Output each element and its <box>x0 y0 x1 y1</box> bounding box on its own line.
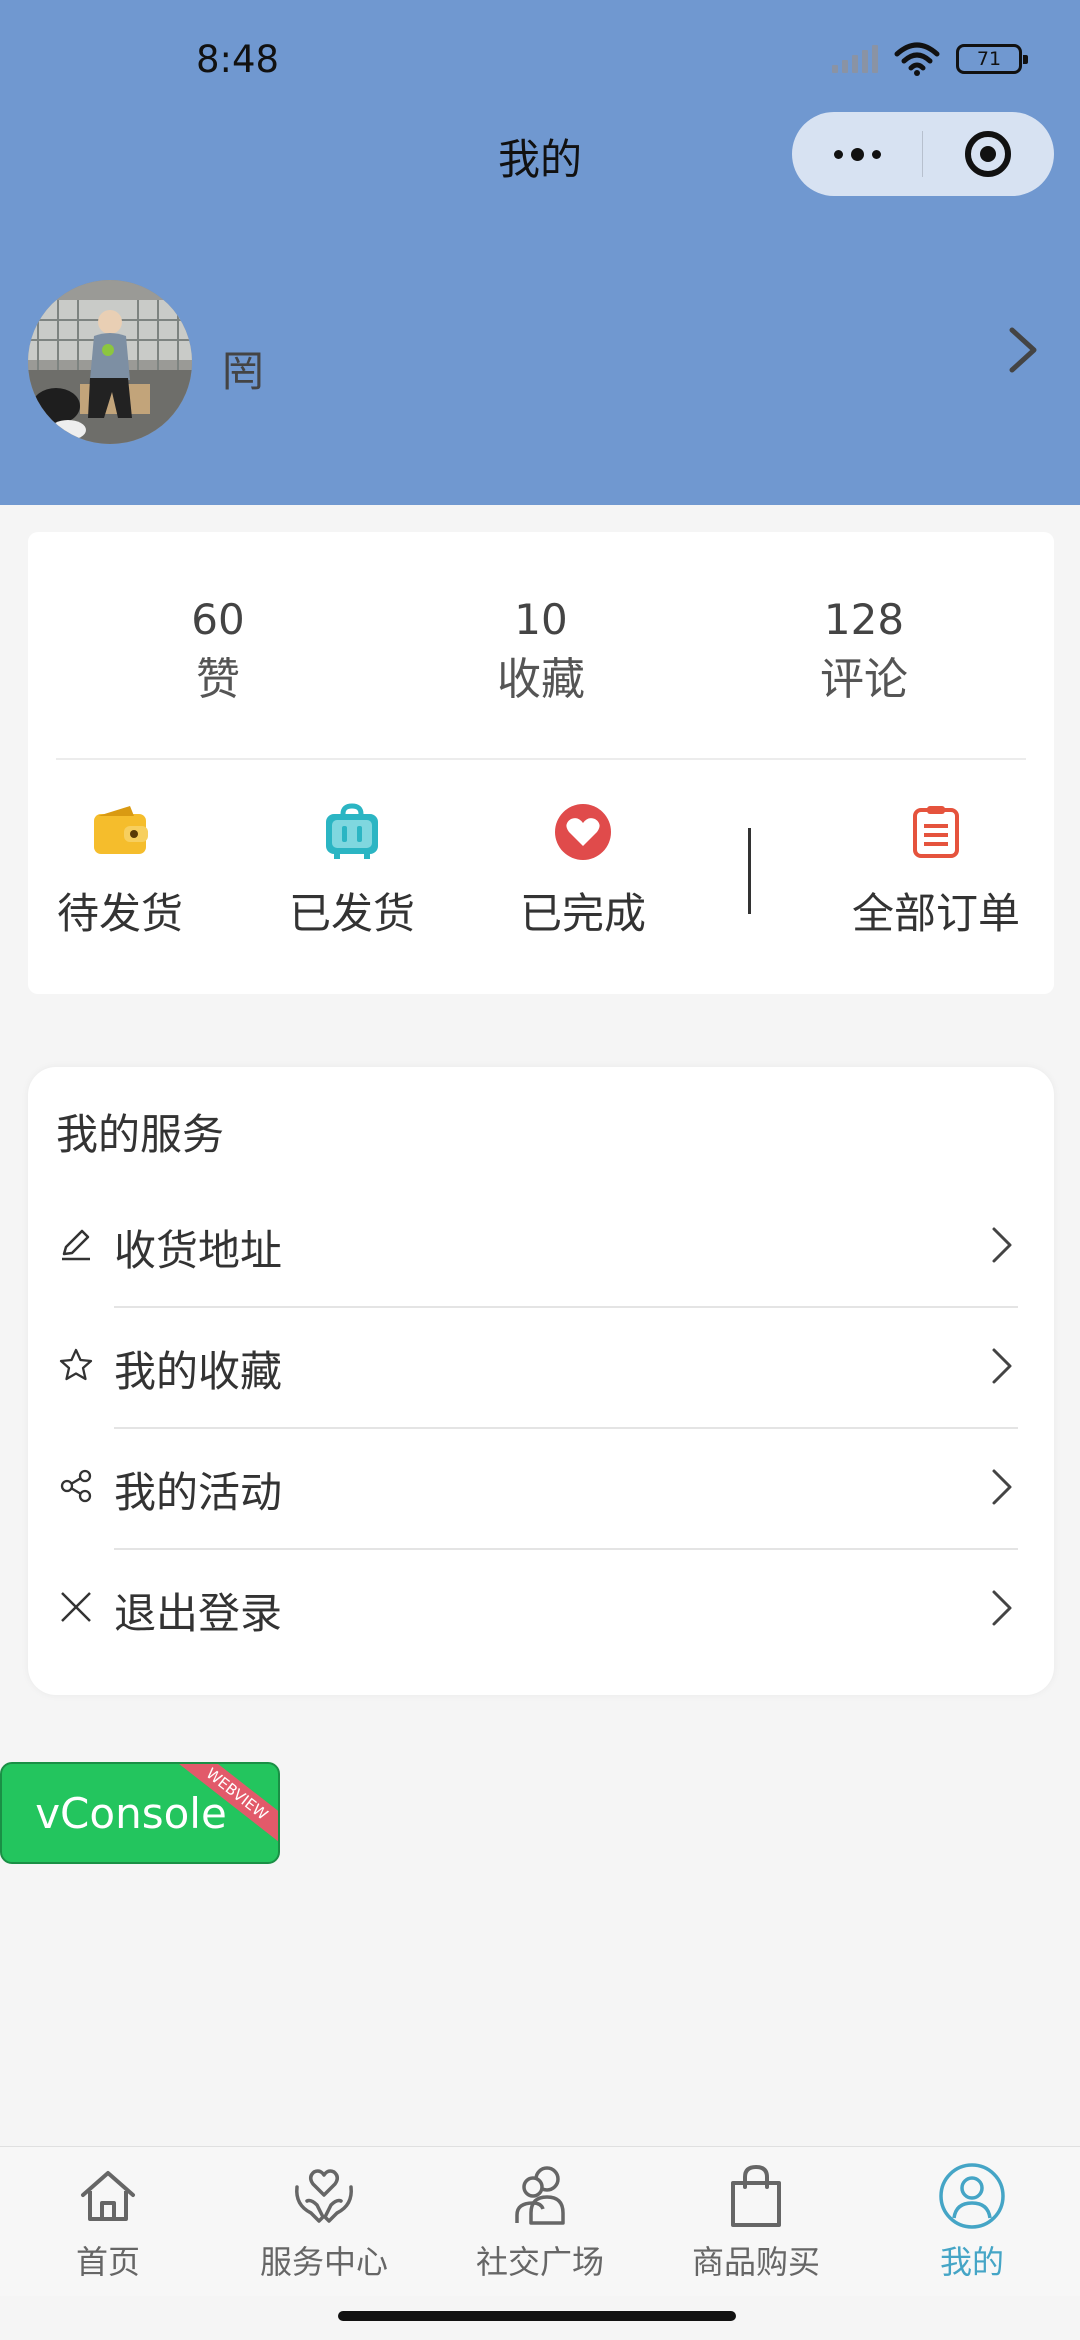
divider <box>56 758 1026 760</box>
close-miniprogram-button[interactable] <box>923 112 1053 196</box>
clipboard-icon <box>913 806 959 858</box>
service-label: 收货地址 <box>114 1226 283 1275</box>
service-label: 我的活动 <box>114 1468 283 1517</box>
signal-icon <box>832 45 878 73</box>
profile-name: 罔 <box>222 347 265 396</box>
order-label: 全部订单 <box>851 889 1020 938</box>
service-label: 我的收藏 <box>114 1347 283 1396</box>
more-dot-icon <box>871 149 881 159</box>
hands-heart-icon <box>295 2169 353 2223</box>
stat-value: 60 <box>191 595 245 644</box>
mini-program-capsule <box>792 112 1054 196</box>
chevron-right-icon <box>992 1590 1012 1626</box>
vconsole-button[interactable]: vConsole WEBVIEW <box>0 1762 280 1864</box>
chevron-right-icon <box>992 1348 1012 1384</box>
profile-entry[interactable]: 罔 <box>0 270 1080 450</box>
home-icon <box>81 2171 135 2221</box>
header: 8:48 71 我的 罔 <box>0 0 1080 505</box>
section-title: 我的服务 <box>56 1110 225 1159</box>
service-item-address[interactable]: 收货地址 <box>28 1187 1054 1308</box>
more-dot-icon <box>833 149 843 159</box>
chevron-right-icon <box>992 1227 1012 1263</box>
tab-label: 社交广场 <box>475 2243 604 2281</box>
tab-service-center[interactable]: 服务中心 <box>216 2161 432 2283</box>
avatar-image <box>28 280 192 444</box>
tab-social-square[interactable]: 社交广场 <box>432 2161 648 2283</box>
services-card: 我的服务 收货地址 我的收藏 我的活动 退出登录 <box>28 1067 1054 1695</box>
tab-label: 服务中心 <box>259 2243 388 2281</box>
stat-value: 128 <box>823 595 905 644</box>
stats-orders-card: 60 赞 10 收藏 128 评论 待发货 已发货 已完成 全部订单 <box>28 532 1054 994</box>
stat-label: 收藏 <box>497 654 585 705</box>
service-item-favorites[interactable]: 我的收藏 <box>28 1308 1054 1429</box>
order-shipped[interactable]: 已发货 <box>252 802 452 941</box>
chevron-right-icon <box>992 1469 1012 1505</box>
tab-home[interactable]: 首页 <box>0 2161 216 2283</box>
stat-value: 10 <box>514 595 568 644</box>
service-label: 退出登录 <box>114 1589 283 1638</box>
vconsole-label: vConsole <box>35 1788 227 1838</box>
avatar[interactable] <box>28 280 192 444</box>
order-label: 已发货 <box>288 889 415 938</box>
stat-label: 赞 <box>196 654 240 705</box>
order-completed[interactable]: 已完成 <box>483 802 683 941</box>
stat-likes[interactable]: 60 赞 <box>68 592 368 712</box>
home-indicator[interactable] <box>338 2311 736 2321</box>
target-icon <box>965 131 1011 177</box>
share-icon <box>60 1469 92 1503</box>
status-time: 8:48 <box>196 38 280 81</box>
order-label: 待发货 <box>56 889 183 938</box>
order-all[interactable]: 全部订单 <box>836 802 1036 941</box>
stat-label: 评论 <box>820 654 908 705</box>
stat-comments[interactable]: 128 评论 <box>714 592 1014 712</box>
star-icon <box>59 1348 93 1381</box>
heart-icon <box>555 804 611 860</box>
stat-favorites[interactable]: 10 收藏 <box>391 592 691 712</box>
user-icon <box>939 2163 1005 2229</box>
wallet-icon <box>94 806 148 854</box>
suitcase-icon <box>326 803 378 859</box>
close-icon <box>61 1592 91 1622</box>
order-label: 已完成 <box>519 889 646 938</box>
battery-level: 71 <box>976 48 1002 70</box>
tab-mine[interactable]: 我的 <box>864 2161 1080 2283</box>
tab-label: 商品购买 <box>691 2243 820 2281</box>
more-dot-icon <box>850 147 864 161</box>
shopping-bag-icon <box>731 2164 781 2227</box>
battery-icon: 71 <box>956 44 1028 74</box>
tab-bar: 首页 服务中心 社交广场 商品购买 我的 <box>0 2146 1080 2296</box>
wifi-icon <box>894 42 940 76</box>
users-icon <box>515 2166 565 2225</box>
tab-label: 首页 <box>75 2243 140 2281</box>
edit-icon <box>62 1229 90 1261</box>
service-item-logout[interactable]: 退出登录 <box>28 1550 1054 1671</box>
tab-label: 我的 <box>939 2243 1004 2281</box>
status-bar: 8:48 71 <box>0 0 1080 120</box>
chevron-right-icon <box>1009 327 1037 373</box>
divider <box>748 828 751 914</box>
order-pending-shipment[interactable]: 待发货 <box>20 802 220 941</box>
service-item-activities[interactable]: 我的活动 <box>28 1429 1054 1550</box>
status-icons: 71 <box>832 42 1028 76</box>
tab-shopping[interactable]: 商品购买 <box>648 2161 864 2283</box>
more-button[interactable] <box>792 112 922 196</box>
